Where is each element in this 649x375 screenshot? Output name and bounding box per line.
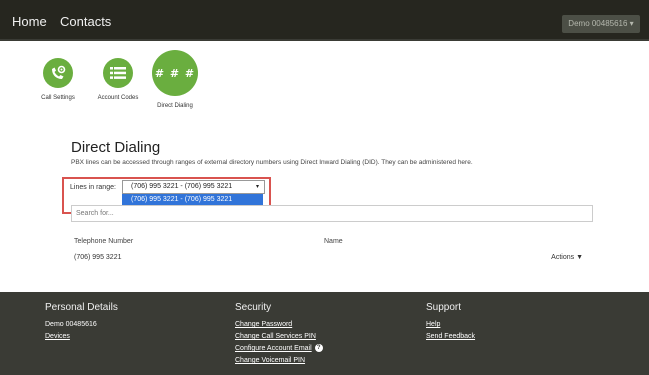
footer-security-title: Security (235, 302, 272, 313)
direct-dialing-label: Direct Dialing (157, 103, 193, 109)
call-settings-button[interactable]: Call Settings (36, 58, 80, 102)
help-link[interactable]: Help (426, 319, 475, 331)
call-settings-label: Call Settings (41, 95, 75, 101)
nav-contacts-link[interactable]: Contacts (60, 14, 111, 29)
actions-dropdown[interactable]: Actions ▼ (551, 254, 583, 261)
configure-account-email-link[interactable]: Configure Account Email (235, 345, 312, 352)
top-navbar: Home Contacts Demo 00485616 ▾ (0, 0, 649, 43)
footer-account-id: Demo 00485616 (45, 321, 97, 328)
account-dropdown-button[interactable]: Demo 00485616 ▾ (562, 15, 640, 33)
search-input[interactable]: Search for... (71, 205, 593, 222)
footer-personal-title: Personal Details (45, 302, 118, 313)
footer-personal-details: Personal Details Demo 00485616 Devices (45, 302, 118, 343)
question-icon[interactable]: ? (314, 344, 323, 353)
chevron-down-icon: ▾ (255, 184, 259, 190)
change-voicemail-pin-link[interactable]: Change Voicemail PIN (235, 355, 323, 367)
column-header-telephone: Telephone Number (74, 238, 134, 245)
range-select-value: (706) 995 3221 - (706) 995 3221 (131, 183, 233, 190)
page-description: PBX lines can be accessed through ranges… (71, 159, 473, 166)
send-feedback-link[interactable]: Send Feedback (426, 331, 475, 343)
footer-security: Security Change Password Change Call Ser… (235, 302, 323, 367)
main-content: Call Settings Account Codes # # # Direct… (0, 39, 649, 292)
lines-in-range-label: Lines in range: (70, 184, 116, 191)
nav-home-link[interactable]: Home (12, 14, 47, 29)
page-title: Direct Dialing (71, 139, 161, 156)
change-call-services-pin-link[interactable]: Change Call Services PIN (235, 331, 323, 343)
footer-devices-link[interactable]: Devices (45, 331, 118, 343)
configure-account-email-row: Configure Account Email? (235, 343, 323, 355)
account-codes-button[interactable]: Account Codes (96, 58, 140, 102)
footer: Personal Details Demo 00485616 Devices S… (0, 292, 649, 375)
footer-support-title: Support (426, 302, 462, 313)
change-password-link[interactable]: Change Password (235, 319, 323, 331)
list-icon (103, 58, 133, 88)
account-codes-label: Account Codes (97, 95, 139, 101)
footer-support: Support Help Send Feedback (426, 302, 475, 343)
column-header-name: Name (324, 238, 343, 245)
hash-icon: # # # (152, 50, 198, 96)
table-row-telephone: (706) 995 3221 (74, 254, 122, 261)
range-select[interactable]: (706) 995 3221 - (706) 995 3221 ▾ (122, 180, 265, 194)
phone-gear-icon (43, 58, 73, 88)
direct-dialing-button[interactable]: # # # Direct Dialing (149, 50, 201, 110)
